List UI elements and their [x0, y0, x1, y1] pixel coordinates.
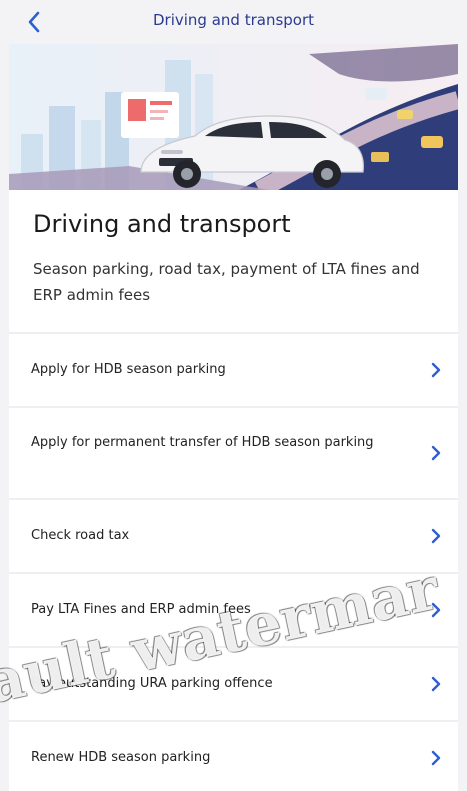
list-item-label: Apply for permanent transfer of HDB seas…: [31, 435, 374, 450]
list-item-label: Renew HDB season parking: [31, 750, 211, 765]
chevron-right-icon: [431, 445, 441, 461]
list-item-label: Pay outstanding URA parking offence: [31, 676, 273, 691]
chevron-right-icon: [431, 676, 441, 692]
banner-illustration: [9, 44, 458, 190]
chevron-right-icon: [431, 528, 441, 544]
top-bar: Driving and transport: [0, 0, 467, 44]
intro-section: Driving and transport Season parking, ro…: [9, 190, 458, 332]
car-city-illustration: [9, 44, 458, 190]
list-item-pay-lta-fines[interactable]: Pay LTA Fines and ERP admin fees: [9, 574, 458, 648]
chevron-right-icon: [431, 362, 441, 378]
list-item-apply-hdb-season-parking[interactable]: Apply for HDB season parking: [9, 334, 458, 408]
list-item-label: Pay LTA Fines and ERP admin fees: [31, 602, 251, 617]
chevron-right-icon: [431, 602, 441, 618]
list-item-label: Check road tax: [31, 528, 130, 543]
screen: Driving and transport Driving and transp…: [0, 0, 467, 791]
list-item-check-road-tax[interactable]: Check road tax: [9, 500, 458, 574]
page-title: Driving and transport: [33, 210, 291, 238]
content-card: Driving and transport Season parking, ro…: [9, 44, 458, 791]
page-subtitle: Season parking, road tax, payment of LTA…: [33, 260, 420, 304]
list-item-pay-ura-parking-offence[interactable]: Pay outstanding URA parking offence: [9, 648, 458, 722]
list-item-renew-hdb-season-parking[interactable]: Renew HDB season parking: [9, 722, 458, 791]
header-title: Driving and transport: [152, 11, 315, 29]
list-item-label: Apply for HDB season parking: [31, 362, 226, 377]
chevron-right-icon: [431, 750, 441, 766]
list-item-permanent-transfer[interactable]: Apply for permanent transfer of HDB seas…: [9, 408, 458, 500]
